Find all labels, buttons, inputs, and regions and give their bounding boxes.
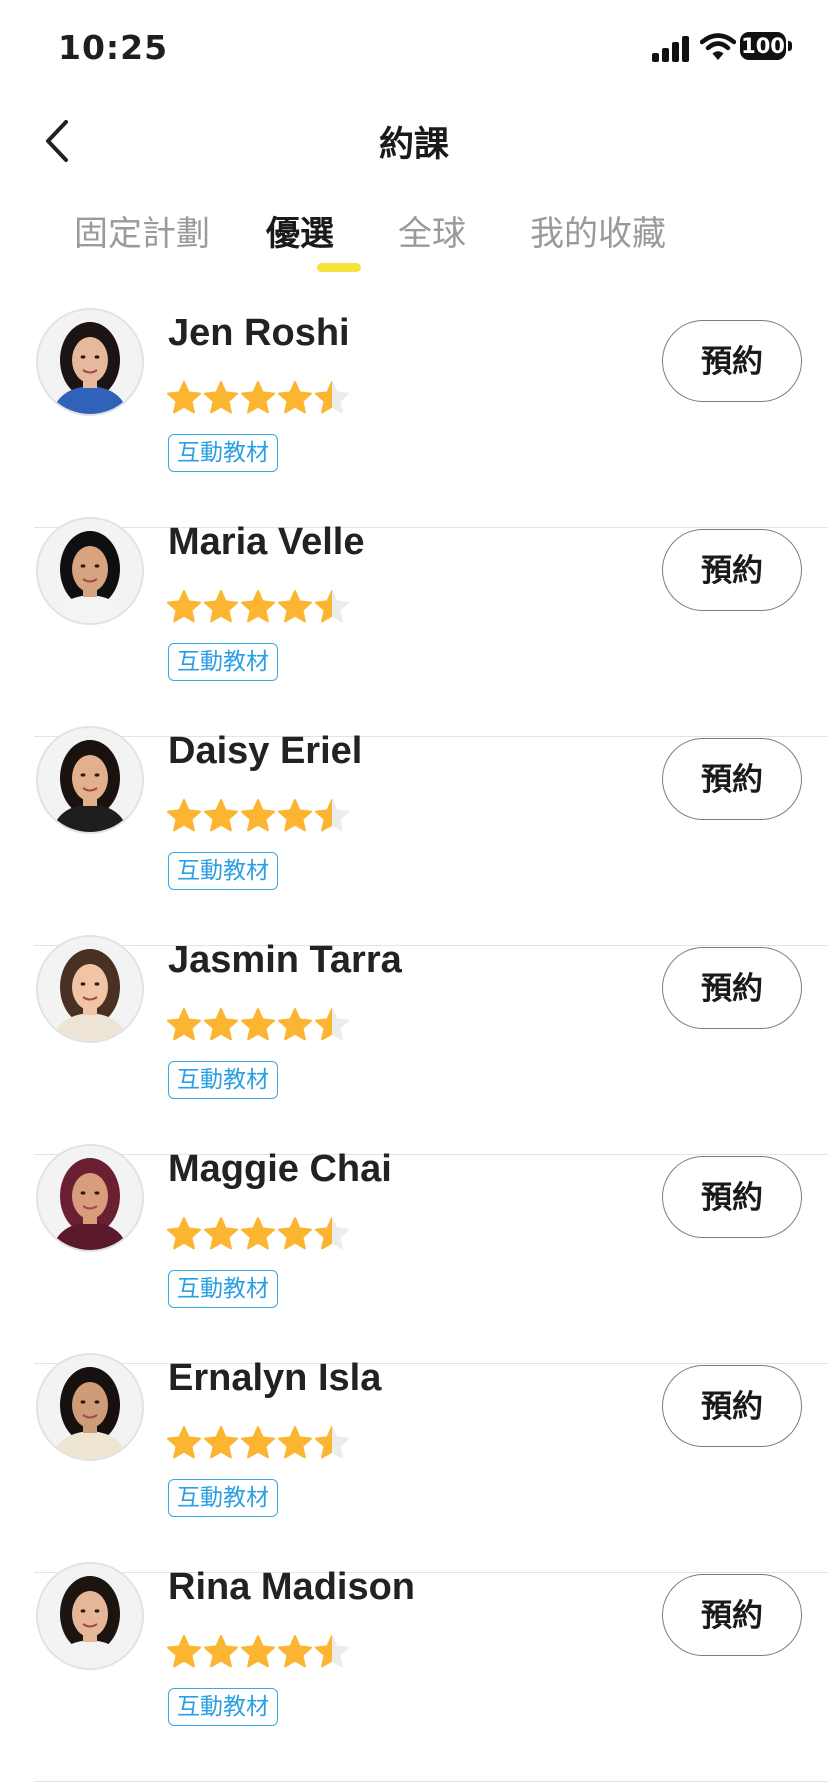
interactive-material-badge: 互動教材 [168, 1479, 278, 1517]
star-icon [204, 590, 238, 623]
page-title: 約課 [378, 125, 449, 165]
star-icon [278, 1217, 312, 1250]
tab-global[interactable]: 全球 [398, 206, 466, 255]
star-icon [167, 1217, 201, 1250]
star-icon [315, 381, 349, 414]
interactive-material-badge: 互動教材 [168, 1270, 278, 1308]
star-icon [167, 1008, 201, 1041]
star-icon [167, 1635, 201, 1668]
rating-stars [166, 1007, 376, 1047]
book-button[interactable]: 預約 [662, 529, 802, 611]
star-icon [241, 1635, 275, 1668]
rating-stars [166, 1216, 376, 1256]
teacher-row[interactable]: Jasmin Tarra 互動教材 預約 [0, 917, 828, 1155]
teacher-name: Daisy Eriel [168, 730, 363, 772]
star-icon [167, 1426, 201, 1459]
star-icon [204, 1426, 238, 1459]
star-icon [204, 1217, 238, 1250]
row-divider [34, 1781, 828, 1782]
star-icon [315, 1217, 349, 1250]
star-icon [241, 1426, 275, 1459]
status-bar: 10:25 100 [0, 0, 828, 100]
rating-stars [166, 380, 376, 420]
star-icon [278, 799, 312, 832]
wifi-icon [699, 32, 737, 62]
interactive-material-badge: 互動教材 [168, 1061, 278, 1099]
star-icon [167, 799, 201, 832]
interactive-material-badge: 互動教材 [168, 852, 278, 890]
teacher-row[interactable]: Ernalyn Isla 互動教材 預約 [0, 1335, 828, 1573]
battery-level: 100 [740, 32, 786, 60]
star-icon [315, 1635, 349, 1668]
teacher-avatar[interactable] [36, 1144, 144, 1252]
teacher-avatar[interactable] [36, 1562, 144, 1670]
tab-fixed-plan[interactable]: 固定計劃 [74, 206, 210, 255]
teacher-name: Jen Roshi [168, 312, 350, 354]
star-icon [315, 799, 349, 832]
star-icon [204, 1635, 238, 1668]
book-button[interactable]: 預約 [662, 947, 802, 1029]
rating-stars [166, 798, 376, 838]
teacher-name: Ernalyn Isla [168, 1357, 382, 1399]
teacher-avatar[interactable] [36, 1353, 144, 1461]
book-button[interactable]: 預約 [662, 1365, 802, 1447]
book-button[interactable]: 預約 [662, 1574, 802, 1656]
star-icon [315, 1426, 349, 1459]
teacher-row[interactable]: Rina Madison 互動教材 預約 [0, 1544, 828, 1782]
teacher-name: Rina Madison [168, 1566, 416, 1608]
star-icon [241, 1217, 275, 1250]
teacher-row[interactable]: Maggie Chai 互動教材 預約 [0, 1126, 828, 1364]
teacher-avatar[interactable] [36, 935, 144, 1043]
star-icon [278, 590, 312, 623]
interactive-material-badge: 互動教材 [168, 643, 278, 681]
teacher-row[interactable]: Daisy Eriel 互動教材 預約 [0, 708, 828, 946]
interactive-material-badge: 互動教材 [168, 434, 278, 472]
star-icon [241, 1008, 275, 1041]
book-button[interactable]: 預約 [662, 1156, 802, 1238]
teacher-name: Maria Velle [168, 521, 365, 563]
interactive-material-badge: 互動教材 [168, 1688, 278, 1726]
star-icon [278, 1426, 312, 1459]
star-icon [278, 381, 312, 414]
star-icon [204, 1008, 238, 1041]
teacher-name: Jasmin Tarra [168, 939, 402, 981]
star-icon [167, 381, 201, 414]
star-icon [167, 590, 201, 623]
rating-stars [166, 1425, 376, 1465]
book-button[interactable]: 預約 [662, 738, 802, 820]
teacher-row[interactable]: Maria Velle 互動教材 預約 [0, 499, 828, 737]
active-tab-indicator [317, 263, 361, 272]
tab-favorites[interactable]: 我的收藏 [530, 206, 666, 255]
cellular-signal-icon [652, 36, 690, 62]
teacher-avatar[interactable] [36, 726, 144, 834]
teacher-row[interactable]: Jen Roshi 互動教材 預約 [0, 290, 828, 528]
star-icon [204, 799, 238, 832]
star-icon [204, 381, 238, 414]
battery-icon: 100 [740, 32, 792, 62]
teacher-avatar[interactable] [36, 308, 144, 416]
tab-featured[interactable]: 優選 [266, 206, 334, 255]
book-button[interactable]: 預約 [662, 320, 802, 402]
rating-stars [166, 1634, 376, 1674]
teacher-avatar[interactable] [36, 517, 144, 625]
teacher-name: Maggie Chai [168, 1148, 392, 1190]
star-icon [315, 1008, 349, 1041]
star-icon [278, 1008, 312, 1041]
star-icon [241, 381, 275, 414]
star-icon [315, 590, 349, 623]
status-time: 10:25 [58, 28, 169, 67]
star-icon [241, 799, 275, 832]
star-icon [278, 1635, 312, 1668]
rating-stars [166, 589, 376, 629]
star-icon [241, 590, 275, 623]
